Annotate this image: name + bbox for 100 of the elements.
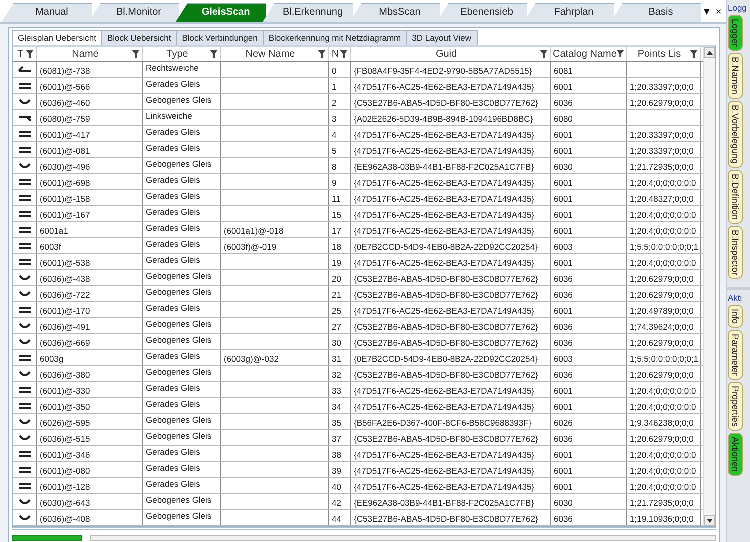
close-button[interactable]: × [716, 7, 722, 18]
column-header[interactable]: New Name [221, 47, 329, 61]
column-header[interactable]: Catalog Name [551, 47, 627, 61]
filter-icon[interactable] [210, 50, 218, 58]
table-cell: 6001 [551, 174, 627, 189]
straight-track-icon [18, 450, 32, 458]
scroll-up-icon[interactable] [706, 50, 712, 54]
curved-track-icon [18, 370, 32, 378]
table-cell: Gerades Gleis [143, 174, 221, 189]
tab[interactable]: MbsScan [350, 3, 440, 22]
table-cell: Gebogenes Gleis [143, 94, 221, 109]
side-tab[interactable]: B.Definition [728, 170, 743, 224]
table-cell: 42 [329, 494, 351, 509]
table-cell: 6001a1 [37, 222, 143, 237]
table-cell: 15 [329, 206, 351, 221]
column-title: Points Lis [636, 48, 682, 60]
vertical-scrollbar[interactable] [703, 47, 715, 526]
panel-title: Logg [727, 3, 747, 13]
table-cell: 38 [329, 446, 351, 461]
sub-tab[interactable]: Gleisplan Uebersicht [12, 30, 102, 45]
straight-track-icon [18, 178, 32, 186]
sub-tab[interactable]: Block Uebersicht [101, 30, 178, 45]
tab-dropdown[interactable]: ▼ [702, 7, 712, 18]
column-header[interactable]: Type [143, 47, 221, 61]
curved-track-icon [18, 290, 32, 298]
side-tab[interactable]: Parameter [728, 330, 743, 380]
table-cell: 6001 [551, 446, 627, 461]
table-cell: Gerades Gleis [143, 350, 221, 365]
table-cell: 6036 [551, 334, 627, 349]
right-switch-icon [18, 66, 32, 74]
table-cell: Gebogenes Gleis [143, 430, 221, 445]
table-cell: {47D517F6-AC25-4E62-BEA3-E7DA7149A435} [351, 382, 551, 397]
side-tab[interactable]: Properties [728, 382, 743, 432]
filter-icon[interactable] [616, 50, 624, 58]
sub-tab[interactable]: Blockerkennung mit Netzdiagramm [262, 30, 408, 45]
tab[interactable]: Bl.Monitor [89, 3, 179, 22]
filter-icon[interactable] [318, 50, 326, 58]
table-cell: (6001)@-346 [37, 446, 143, 461]
table-cell: {C53E27B6-ABA5-4D5D-BF80-E3C0BD77E762} [351, 334, 551, 349]
side-tab[interactable]: B.Vorbelegung [728, 100, 743, 168]
left-switch-icon [18, 114, 32, 122]
tab[interactable]: GleisScan [176, 3, 266, 22]
table-cell: 6036 [551, 286, 627, 301]
horizontal-scrollbar[interactable] [90, 534, 716, 540]
sub-tab[interactable]: Block Verbindungen [176, 30, 264, 45]
table-cell: (6001)@-538 [37, 254, 143, 269]
table-cell: 2 [329, 94, 351, 109]
side-tab[interactable]: Logger [728, 15, 743, 52]
filter-icon[interactable] [690, 50, 698, 58]
table-cell: {EE962A38-03B9-44B1-BF88-F2C025A1C7FB} [351, 494, 551, 509]
sub-tab[interactable]: 3D Layout View [406, 30, 478, 45]
table-cell: 1 [329, 78, 351, 93]
table-cell: (6026)@-595 [37, 414, 143, 429]
curved-track-icon [18, 322, 32, 330]
table-cell: Gerades Gleis [143, 206, 221, 221]
filter-icon[interactable] [26, 50, 34, 58]
table-cell: 6081 [551, 62, 627, 77]
table-cell: {47D517F6-AC25-4E62-BEA3-E7DA7149A435} [351, 462, 551, 477]
table-cell: 1;20.4;0;0;0;0;0;0 [627, 206, 701, 221]
table-cell: Gebogenes Gleis [143, 286, 221, 301]
tab[interactable]: Ebenensieb [437, 3, 527, 22]
straight-track-icon [18, 466, 32, 474]
curved-track-icon [18, 162, 32, 170]
column-header[interactable]: T [13, 47, 37, 61]
column-header[interactable]: N [329, 47, 351, 61]
side-tab[interactable]: Aktionen [728, 433, 743, 476]
table-cell: (6003g)@-032 [221, 350, 329, 365]
filter-icon[interactable] [132, 50, 140, 58]
table-cell: (6001)@-170 [37, 302, 143, 317]
column-title: Type [166, 48, 190, 60]
filter-icon[interactable] [540, 50, 548, 58]
side-tab[interactable]: B.Namen [728, 53, 743, 99]
column-header[interactable]: Points Lis [627, 47, 701, 61]
side-tab[interactable]: Info [728, 305, 743, 328]
tab[interactable]: Manual [2, 3, 92, 22]
table-cell: 6001 [551, 206, 627, 221]
table-cell: 20 [329, 270, 351, 285]
table-cell: 1;20.4;0;0;0;0;0;0 [627, 446, 701, 461]
tab[interactable]: Fahrplan [524, 3, 614, 22]
side-tab[interactable]: B.Inspector [728, 226, 743, 280]
table-cell: 1;20.4;0;0;0;0;0;0 [627, 478, 701, 493]
column-header[interactable]: Name [37, 47, 143, 61]
table-cell: 1;20.33397;0;0;0 [627, 78, 701, 93]
tab[interactable]: Bl.Erkennung [263, 3, 353, 22]
filter-icon[interactable] [340, 50, 348, 58]
table-cell: Rechtsweiche [143, 62, 221, 77]
table-cell: 1;20.62979;0;0;0 [627, 286, 701, 301]
table-cell: (6001)@-330 [37, 382, 143, 397]
tab[interactable]: Basis [611, 3, 701, 22]
table-cell: {C53E27B6-ABA5-4D5D-BF80-E3C0BD77E762} [351, 318, 551, 333]
table-cell: 1;20.62979;0;0;0 [627, 430, 701, 445]
table-cell: 34 [329, 398, 351, 413]
curved-track-icon [18, 514, 32, 522]
table-cell: 6080 [551, 110, 627, 125]
straight-track-icon [18, 402, 32, 410]
column-header[interactable]: Guid [351, 47, 551, 61]
straight-track-icon [18, 386, 32, 394]
scroll-down-icon[interactable] [706, 518, 712, 522]
table-cell: 1;5.5;0;0;0;0;0;0;1 [627, 238, 701, 253]
column-title: N [331, 48, 340, 60]
